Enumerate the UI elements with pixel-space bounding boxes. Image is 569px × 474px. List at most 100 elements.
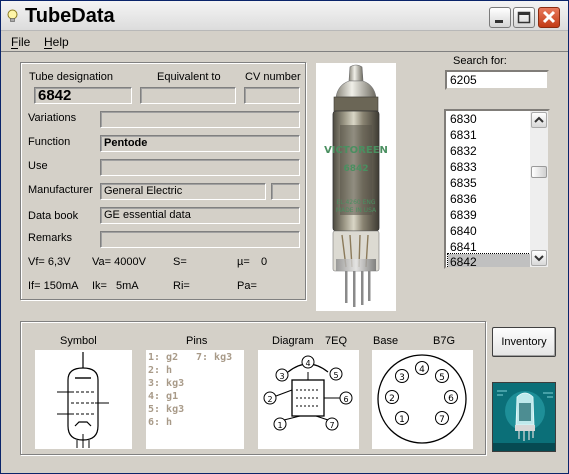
- label-use: Use: [28, 160, 48, 172]
- minimize-button[interactable]: [489, 7, 511, 28]
- base-pin-label: 3: [399, 373, 405, 383]
- menu-help[interactable]: Help: [44, 35, 69, 49]
- tubedata-window: TubeData File Help Tube designation Equi…: [0, 0, 569, 474]
- list-item[interactable]: 6839: [448, 207, 530, 223]
- tube-print-origin: MADE IN USA: [336, 207, 377, 214]
- param-pa: Pa=: [237, 280, 257, 292]
- base-pin-label: 7: [439, 415, 445, 425]
- param-vf: Vf= 6,3V: [28, 256, 71, 268]
- close-icon: [542, 10, 556, 24]
- menu-file[interactable]: File: [11, 35, 30, 49]
- diagram-code: 7EQ: [325, 335, 348, 347]
- pin-entry: 5: kg3: [148, 404, 185, 415]
- window-title: TubeData: [25, 5, 115, 27]
- list-item[interactable]: 6836: [448, 191, 530, 207]
- manufacturer-field[interactable]: General Electric: [100, 183, 266, 200]
- pins-label: Pins: [186, 335, 208, 347]
- diagram-pin-label: 3: [279, 372, 284, 381]
- title-bar[interactable]: TubeData: [1, 1, 568, 31]
- param-ri: Ri=: [173, 280, 190, 292]
- base-pin-label: 2: [389, 394, 395, 404]
- base-diagram: 1 2 3 4 5 6 7: [377, 354, 467, 444]
- list-item[interactable]: 6830: [448, 111, 530, 127]
- list-item[interactable]: 6835: [448, 175, 530, 191]
- tube-print-brand: VICTOREEN: [324, 145, 388, 156]
- menu-bar: File Help: [1, 32, 568, 52]
- param-if: If= 150mA: [28, 280, 79, 292]
- data-book-field[interactable]: GE essential data: [100, 207, 300, 224]
- close-button[interactable]: [538, 7, 560, 28]
- menu-file-accel: [11, 48, 18, 49]
- search-input[interactable]: [445, 70, 549, 90]
- tube-listbox[interactable]: 6830 6831 6832 6833 6835 6836 6839 6840 …: [444, 109, 550, 269]
- scroll-down-button[interactable]: [531, 250, 547, 266]
- maximize-button[interactable]: [513, 7, 535, 28]
- diagram-pin-label: 5: [333, 371, 338, 380]
- pin-entry: 7: kg3: [196, 352, 233, 363]
- tubedata-logo: [492, 382, 556, 452]
- label-function: Function: [28, 136, 71, 148]
- pins-panel: 1: g2 7: kg3 2: h 3: kg3 4: g1 5: kg3 6:…: [146, 350, 244, 449]
- list-item[interactable]: 6833: [448, 159, 530, 175]
- list-item[interactable]: 6832: [448, 143, 530, 159]
- diagram-pin-label: 1: [277, 421, 282, 430]
- scroll-thumb[interactable]: [531, 166, 547, 178]
- param-ik-value: 5mA: [116, 280, 139, 292]
- pin-entry: 3: kg3: [148, 378, 185, 389]
- pin-entry: 1: g2: [148, 352, 179, 363]
- tube-designation-field[interactable]: 6842: [34, 87, 132, 104]
- symbol-panel: [35, 350, 132, 449]
- pin-entry: 4: g1: [148, 391, 179, 402]
- tube-logo-icon: [493, 383, 555, 451]
- label-equivalent-to: Equivalent to: [157, 71, 221, 83]
- equivalent-to-field[interactable]: [140, 87, 236, 104]
- symbol-label: Symbol: [60, 335, 97, 347]
- diagram-label: Diagram: [272, 335, 314, 347]
- function-field[interactable]: Pentode: [100, 135, 300, 152]
- base-panel: 1 2 3 4 5 6 7: [372, 350, 473, 449]
- tube-illustration: VICTOREEN 6842 EL.4260 ENG MADE IN USA: [324, 64, 388, 307]
- cv-number-field[interactable]: [244, 87, 300, 104]
- diagram-pin-label: 4: [305, 359, 310, 368]
- search-label: Search for:: [453, 55, 507, 67]
- list-item[interactable]: 6831: [448, 127, 530, 143]
- diagram-pin-label: 6: [343, 395, 348, 404]
- chevron-down-icon: [534, 255, 544, 262]
- base-code: B7G: [433, 335, 456, 347]
- list-item-selected[interactable]: 6842: [447, 253, 531, 267]
- variations-field[interactable]: [100, 111, 300, 128]
- maximize-icon: [517, 11, 531, 24]
- menu-help-accel: [44, 48, 52, 49]
- chevron-up-icon: [534, 116, 544, 123]
- label-remarks: Remarks: [28, 232, 73, 244]
- pin-entry: 6: h: [148, 417, 173, 428]
- vacuum-tube-photo: VICTOREEN 6842 EL.4260 ENG MADE IN USA: [316, 63, 396, 311]
- label-data-book: Data book: [28, 210, 79, 222]
- label-variations: Variations: [28, 112, 77, 124]
- lightbulb-icon: [7, 9, 18, 22]
- tube-print-type: 6842: [343, 164, 368, 174]
- param-mu-value: 0: [261, 256, 268, 268]
- list-item[interactable]: 6840: [448, 223, 530, 239]
- pentode-symbol: [57, 352, 109, 448]
- list-item[interactable]: 6841: [448, 239, 530, 255]
- diagram-panel: 1 2 3 4 5 6 7: [258, 350, 359, 449]
- remarks-field[interactable]: [100, 231, 300, 248]
- label-tube-designation: Tube designation: [29, 71, 113, 83]
- base-pin-label: 6: [448, 394, 454, 404]
- use-field[interactable]: [100, 159, 300, 176]
- scroll-up-button[interactable]: [531, 112, 547, 128]
- vertical-scrollbar[interactable]: [530, 111, 548, 267]
- base-pin-label: 1: [399, 415, 405, 425]
- minimize-icon: [495, 20, 503, 23]
- diagram-pin-label: 2: [267, 395, 272, 404]
- diagram-pin-label: 7: [329, 421, 334, 430]
- pin-entry: 2: h: [148, 365, 173, 376]
- param-mu: µ=: [237, 256, 250, 268]
- pin-diagram: 1 2 3 4 5 6 7: [263, 355, 353, 431]
- manufacturer-extra-field[interactable]: [271, 183, 300, 200]
- tube-print-code: EL.4260 ENG: [336, 199, 375, 206]
- label-manufacturer: Manufacturer: [28, 184, 93, 196]
- param-va: Va= 4000V: [92, 256, 146, 268]
- inventory-button[interactable]: Inventory: [492, 327, 556, 357]
